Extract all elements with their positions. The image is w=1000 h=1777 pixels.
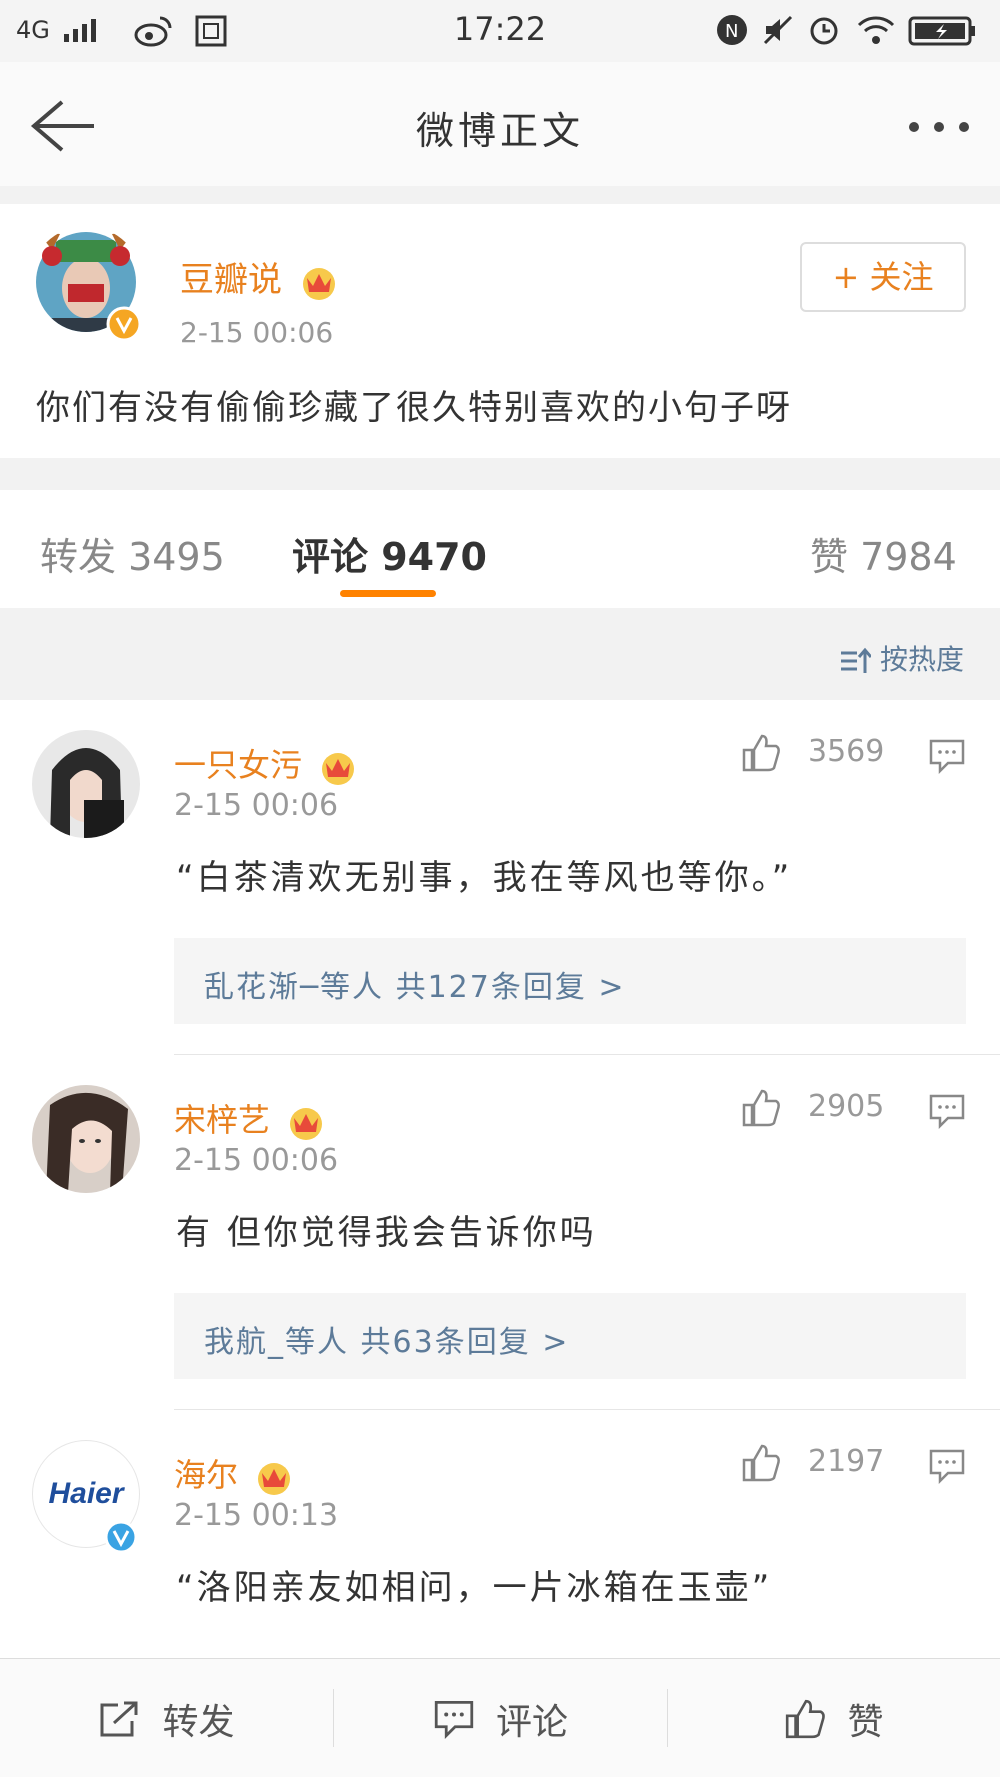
- sort-bar: 按热度: [0, 608, 1000, 700]
- nfc-icon: N: [717, 15, 747, 45]
- replies-link[interactable]: 乱花渐─等人 共127条回复 >: [174, 938, 966, 1024]
- sort-button[interactable]: 按热度: [839, 638, 964, 678]
- commenter-name[interactable]: 一只女污: [174, 740, 358, 786]
- thumbs-up-icon[interactable]: [740, 1442, 782, 1484]
- status-bar: 4G 17:22 N: [0, 0, 1000, 62]
- more-icon[interactable]: [904, 112, 974, 142]
- share-icon: [100, 1701, 138, 1736]
- comment-bubble-icon[interactable]: [928, 1093, 966, 1129]
- crown-icon: [290, 1108, 323, 1140]
- thumbs-up-icon: [786, 1699, 826, 1738]
- post-content: 你们有没有偷偷珍藏了很久特别喜欢的小句子呀: [36, 388, 792, 428]
- bottom-action-bar: 转发 评论 赞: [0, 1658, 1000, 1777]
- follow-button[interactable]: + 关注: [800, 242, 966, 312]
- comment-text: 有 但你觉得我会告诉你吗: [176, 1213, 597, 1253]
- tab-likes[interactable]: 赞 7984: [810, 526, 957, 581]
- comment-time: 2-15 00:06: [174, 788, 339, 823]
- author-name[interactable]: 豆瓣说: [180, 252, 339, 301]
- comment-text: “白茶清欢无别事，我在等风也等你。”: [176, 858, 793, 898]
- original-post: 豆瓣说 2-15 00:06 + 关注 你们有没有偷偷珍藏了很久特别喜欢的小句子…: [0, 204, 1000, 458]
- battery-icon: [908, 16, 975, 46]
- active-tab-indicator: [340, 590, 436, 597]
- comment-text: “洛阳亲友如相问，一片冰箱在玉壶”: [176, 1568, 773, 1608]
- commenter-avatar[interactable]: [32, 730, 140, 838]
- commenter-name[interactable]: 海尔: [174, 1450, 294, 1496]
- comment-bubble-icon: [434, 1700, 474, 1739]
- crown-icon: [302, 267, 335, 300]
- svg-text:N: N: [725, 21, 738, 42]
- like-count: 3569: [808, 734, 885, 769]
- nav-bar: 微博正文: [0, 62, 1000, 186]
- interaction-tabs: 转发 3495 评论 9470 赞 7984: [0, 490, 1000, 608]
- repost-button[interactable]: 转发: [0, 1659, 333, 1777]
- tab-repost[interactable]: 转发 3495: [40, 526, 225, 581]
- comment-time: 2-15 00:13: [174, 1498, 339, 1533]
- crown-icon: [322, 753, 355, 785]
- like-button[interactable]: 赞: [667, 1659, 1000, 1777]
- wifi-icon: [857, 16, 895, 44]
- comment-time: 2-15 00:06: [174, 1143, 339, 1178]
- like-count: 2905: [808, 1089, 885, 1124]
- commenter-avatar[interactable]: [32, 1085, 140, 1193]
- comment-button[interactable]: 评论: [333, 1659, 667, 1777]
- haier-logo: Haier: [48, 1477, 124, 1510]
- page-title: 微博正文: [415, 109, 584, 153]
- thumbs-up-icon[interactable]: [740, 1087, 782, 1129]
- comment-bubble-icon[interactable]: [928, 738, 966, 774]
- verified-icon: [106, 306, 142, 342]
- commenter-name[interactable]: 宋梓艺: [174, 1095, 326, 1141]
- clock: 17:22: [453, 10, 547, 48]
- mute-icon: [763, 15, 793, 45]
- thumbs-up-icon[interactable]: [740, 732, 782, 774]
- comment-item: Haier 海尔 2-15 00:13 2197 “洛阳亲友如相问，一片冰箱在玉…: [0, 1410, 1000, 1658]
- comment-list: 一只女污 2-15 00:06 3569 “白茶清欢无别事，我在等风也等你。” …: [0, 700, 1000, 1658]
- verified-icon: [104, 1520, 138, 1554]
- like-count: 2197: [808, 1444, 885, 1479]
- tab-comments[interactable]: 评论 9470: [292, 526, 487, 581]
- comment-item: 一只女污 2-15 00:06 3569 “白茶清欢无别事，我在等风也等你。” …: [0, 700, 1000, 1055]
- comment-item: 宋梓艺 2-15 00:06 2905 有 但你觉得我会告诉你吗 我航_等人 共…: [0, 1055, 1000, 1410]
- replies-link[interactable]: 我航_等人 共63条回复 >: [174, 1293, 966, 1379]
- crown-icon: [258, 1463, 291, 1495]
- alarm-icon: [810, 17, 838, 45]
- comment-bubble-icon[interactable]: [928, 1448, 966, 1484]
- sort-icon: [841, 647, 873, 673]
- post-time: 2-15 00:06: [180, 316, 334, 349]
